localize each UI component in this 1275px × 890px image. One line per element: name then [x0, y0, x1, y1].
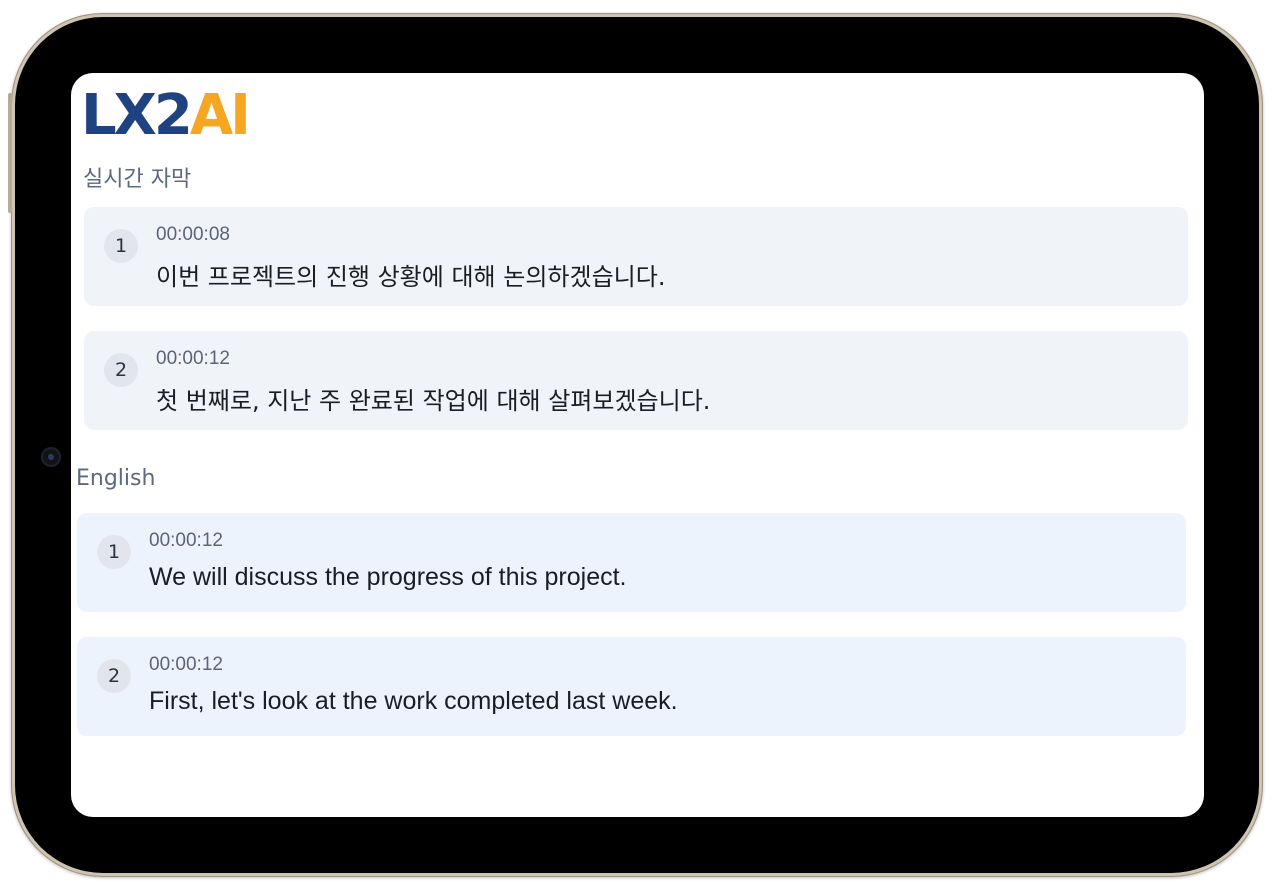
subtitle-index-badge: 2: [104, 353, 138, 387]
subtitle-text: 이번 프로젝트의 진행 상황에 대해 논의하겠습니다.: [156, 263, 666, 291]
translation-index-badge: 2: [97, 659, 131, 693]
subtitle-index-badge: 1: [104, 229, 138, 263]
lx2ai-logo: LX2AI: [81, 83, 251, 148]
translation-index-badge: 1: [97, 535, 131, 569]
translation-timestamp: 00:00:12: [149, 654, 223, 675]
front-camera: [41, 447, 61, 467]
translation-card: 1 00:00:12 We will discuss the progress …: [77, 513, 1186, 612]
translation-text: We will discuss the progress of this pro…: [149, 563, 627, 591]
volume-button: [8, 93, 12, 213]
logo-text-lx: LX: [81, 83, 157, 148]
logo-text-2: 2: [153, 83, 193, 148]
subtitle-card: 2 00:00:12 첫 번째로, 지난 주 완료된 작업에 대해 살펴보겠습니…: [84, 331, 1188, 430]
subtitle-timestamp: 00:00:12: [156, 348, 230, 369]
logo-text-ai: AI: [189, 83, 251, 148]
subtitle-card: 1 00:00:08 이번 프로젝트의 진행 상황에 대해 논의하겠습니다.: [84, 207, 1188, 306]
translation-text: First, let's look at the work completed …: [149, 687, 678, 715]
subtitle-timestamp: 00:00:08: [156, 224, 230, 245]
app-screen: LX2AI 실시간 자막 1 00:00:08 이번 프로젝트의 진행 상황에 …: [71, 73, 1204, 817]
translation-card: 2 00:00:12 First, let's look at the work…: [77, 637, 1186, 736]
subtitle-text: 첫 번째로, 지난 주 완료된 작업에 대해 살펴보겠습니다.: [156, 387, 711, 415]
korean-section-title: 실시간 자막: [83, 167, 192, 192]
english-section-title: English: [76, 466, 156, 491]
translation-timestamp: 00:00:12: [149, 530, 223, 551]
